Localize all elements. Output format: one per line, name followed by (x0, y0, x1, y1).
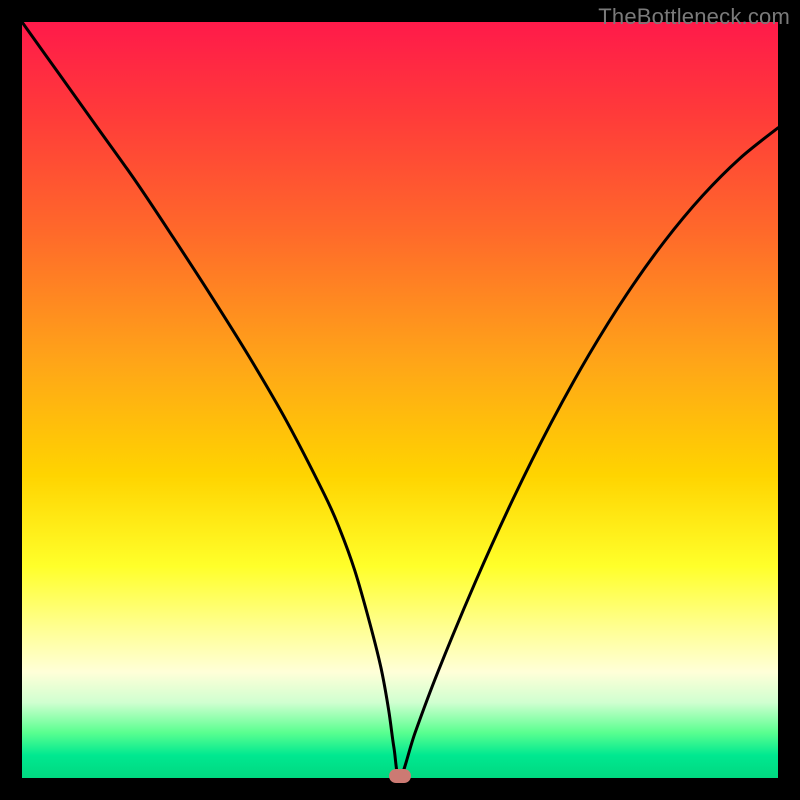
plot-area (22, 22, 778, 778)
minimum-marker (389, 769, 411, 783)
watermark-text: TheBottleneck.com (598, 4, 790, 30)
chart-frame: TheBottleneck.com (0, 0, 800, 800)
bottleneck-curve (22, 22, 778, 778)
